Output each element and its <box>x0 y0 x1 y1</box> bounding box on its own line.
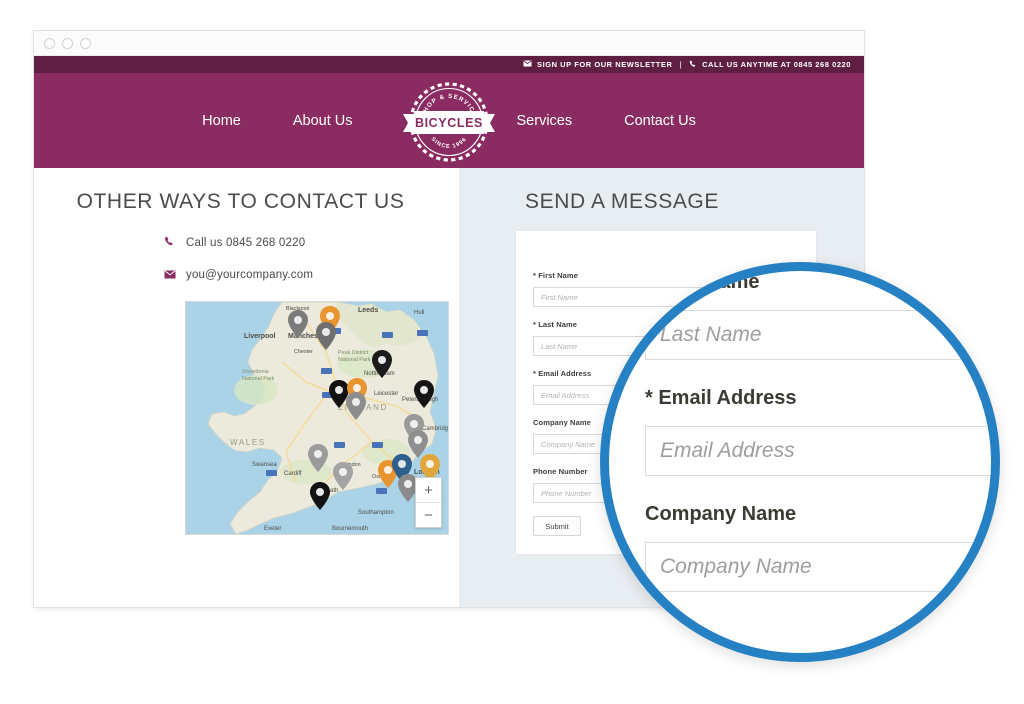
contact-phone-text: Call us 0845 268 0220 <box>186 236 306 249</box>
map-zoom-controls[interactable]: + − <box>415 477 442 528</box>
map-canvas: Leeds Hull Liverpool Manchester Nottingh… <box>186 302 449 534</box>
svg-text:WALES: WALES <box>230 438 266 447</box>
topbar-separator: | <box>679 60 683 69</box>
minimize-dot[interactable] <box>62 37 73 49</box>
svg-text:National Park: National Park <box>338 357 371 363</box>
send-message-heading: SEND A MESSAGE <box>525 190 719 213</box>
contact-email-row[interactable]: you@yourcompany.com <box>164 269 459 281</box>
submit-button[interactable]: Submit <box>533 516 581 536</box>
svg-text:SINCE 1996: SINCE 1996 <box>430 136 469 150</box>
contact-list: Call us 0845 268 0220 you@yourcompany.co… <box>34 236 459 281</box>
magnified-company-name-input[interactable]: Company Name <box>645 542 991 592</box>
svg-text:Bournemouth: Bournemouth <box>332 526 368 532</box>
svg-text:Leeds: Leeds <box>358 307 378 314</box>
magnified-last-name-input[interactable]: Last Name <box>645 310 991 360</box>
magnified-field-last-name: * Last Name Last Name <box>609 271 991 360</box>
envelope-icon <box>164 269 186 281</box>
svg-text:BICYCLES: BICYCLES <box>415 116 483 130</box>
locations-map[interactable]: Leeds Hull Liverpool Manchester Nottingh… <box>185 301 449 535</box>
svg-text:Exeter: Exeter <box>264 526 281 532</box>
bicycles-logo[interactable]: SHOP & SERVICE SINCE 1996 BICYCLES <box>401 76 497 168</box>
browser-titlebar <box>34 31 864 56</box>
contact-heading: OTHER WAYS TO CONTACT US <box>76 190 405 213</box>
svg-text:Peak District: Peak District <box>338 350 369 356</box>
nav-item-about-us[interactable]: About Us <box>267 113 379 129</box>
magnified-field-email-address: * Email Address Email Address <box>609 387 991 476</box>
nav-item-services[interactable]: Services <box>491 113 599 129</box>
magnified-email-address-input[interactable]: Email Address <box>645 426 991 476</box>
svg-text:Liverpool: Liverpool <box>244 333 276 340</box>
magnified-field-company-name: Company Name Company Name <box>609 503 991 592</box>
nav-item-contact-us[interactable]: Contact Us <box>598 113 722 129</box>
svg-text:Hull: Hull <box>414 310 424 316</box>
call-us-text[interactable]: CALL US ANYTIME AT 0845 268 0220 <box>702 60 851 69</box>
magnified-email-address-label: * Email Address <box>645 387 797 409</box>
svg-text:Leicester: Leicester <box>374 391 398 397</box>
newsletter-link[interactable]: SIGN UP FOR OUR NEWSLETTER <box>537 60 672 69</box>
nav-item-home[interactable]: Home <box>176 113 267 129</box>
map-zoom-in-button[interactable]: + <box>416 478 441 503</box>
contact-email-text: you@yourcompany.com <box>186 269 314 281</box>
maximize-dot[interactable] <box>80 37 91 49</box>
phone-icon <box>164 236 186 249</box>
svg-text:Chester: Chester <box>294 349 313 355</box>
envelope-icon <box>523 60 532 69</box>
svg-text:Cambridge: Cambridge <box>422 426 449 432</box>
svg-text:Southampton: Southampton <box>358 510 394 516</box>
phone-icon <box>689 60 697 70</box>
screenshot-stage: SIGN UP FOR OUR NEWSLETTER | CALL US ANY… <box>0 0 1024 704</box>
site-utility-bar: SIGN UP FOR OUR NEWSLETTER | CALL US ANY… <box>34 56 864 73</box>
close-dot[interactable] <box>44 37 55 49</box>
svg-text:Cardiff: Cardiff <box>284 471 302 477</box>
svg-text:Snowdonia: Snowdonia <box>242 369 269 375</box>
magnified-company-name-label: Company Name <box>645 503 797 525</box>
site-header: Home About Us Services Contact Us SHOP <box>34 73 864 168</box>
map-zoom-out-button[interactable]: − <box>416 503 441 527</box>
magnified-last-name-label: * Last Name <box>645 271 760 293</box>
svg-text:Swansea: Swansea <box>252 462 277 468</box>
magnifier-lens: * Last Name Last Name * Email Address Em… <box>600 262 1000 662</box>
contact-phone-row[interactable]: Call us 0845 268 0220 <box>164 236 459 249</box>
contact-info-column: OTHER WAYS TO CONTACT US Call us 0845 26… <box>34 168 459 607</box>
svg-text:National Park: National Park <box>242 376 275 382</box>
magnifier-content: * Last Name Last Name * Email Address Em… <box>609 271 991 592</box>
